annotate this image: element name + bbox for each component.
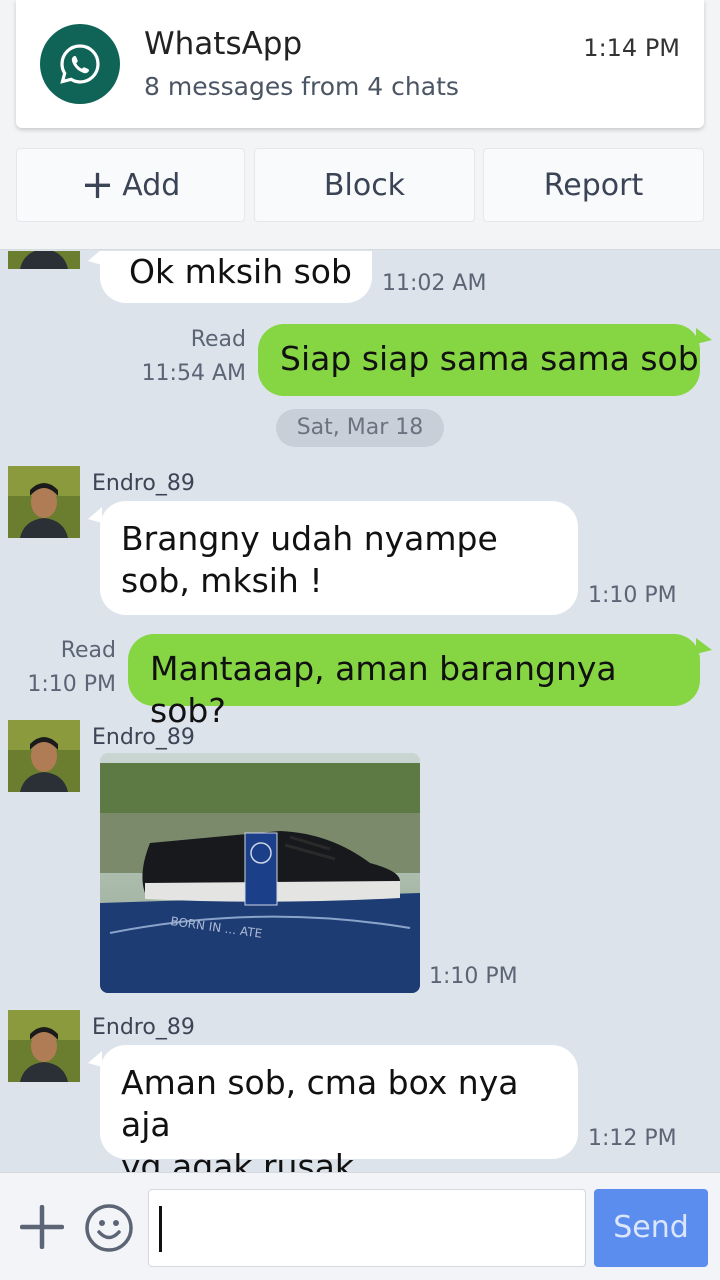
image-message[interactable]: BORN IN ... ATE [100, 753, 420, 993]
chat-area[interactable]: Ok mksih sob 11:02 AM Read 11:54 AM Siap… [0, 251, 720, 1172]
message-text-line: sob, mksih ! [121, 561, 323, 600]
message-time: 1:10 PM [588, 583, 677, 608]
report-button[interactable]: Report [483, 148, 704, 222]
notification-summary: 8 messages from 4 chats [144, 72, 459, 101]
message-bubble[interactable]: Aman sob, cma box nya aja yg agak rusak. [88, 1045, 578, 1172]
message-text-line: Aman sob, cma box nya aja [121, 1063, 519, 1144]
notification-title: WhatsApp [144, 26, 303, 62]
read-receipt: Read [190, 327, 246, 352]
notification-panel: WhatsApp 8 messages from 4 chats 1:14 PM… [0, 0, 720, 250]
add-button[interactable]: + Add [16, 148, 245, 222]
message-text: Ok mksih sob [129, 252, 352, 291]
message-time: 11:54 AM [141, 361, 246, 386]
block-button-label: Block [323, 167, 406, 203]
avatar[interactable] [8, 1010, 80, 1082]
message-text: Siap siap sama sama sob [280, 339, 699, 378]
send-button[interactable]: Send [594, 1189, 708, 1267]
report-button-label: Report [543, 167, 644, 203]
attach-plus-icon[interactable] [19, 1204, 65, 1250]
message-bubble[interactable]: Mantaaap, aman barangnya sob? [128, 634, 712, 730]
date-separator: Sat, Mar 18 [276, 409, 444, 447]
message-time: 1:12 PM [588, 1126, 677, 1151]
read-receipt: Read [60, 638, 116, 663]
message-text: Mantaaap, aman barangnya sob? [150, 649, 617, 730]
block-button[interactable]: Block [254, 148, 475, 222]
sender-name: Endro_89 [92, 725, 195, 750]
message-input-bar: Send [0, 1172, 720, 1280]
message-time: 1:10 PM [429, 964, 518, 989]
plus-icon: + [80, 162, 115, 208]
message-bubble[interactable]: Ok mksih sob [88, 251, 372, 303]
notification-time: 1:14 PM [583, 34, 680, 62]
message-bubble[interactable]: Brangny udah nyampe sob, mksih ! [88, 501, 578, 615]
message-input[interactable] [148, 1189, 586, 1267]
message-time: 11:02 AM [382, 271, 487, 296]
sender-name: Endro_89 [92, 1015, 195, 1040]
avatar[interactable] [8, 466, 80, 538]
avatar[interactable] [8, 251, 80, 269]
whatsapp-icon [40, 24, 120, 104]
emoji-icon[interactable] [84, 1203, 134, 1253]
avatar[interactable] [8, 720, 80, 792]
sender-name: Endro_89 [92, 471, 195, 496]
message-time: 1:10 PM [27, 672, 116, 697]
message-text-line: yg agak rusak. [121, 1147, 365, 1172]
text-caret [159, 1206, 162, 1252]
notification-card[interactable]: WhatsApp 8 messages from 4 chats 1:14 PM [16, 0, 704, 128]
message-bubble[interactable]: Siap siap sama sama sob [258, 324, 712, 396]
add-button-label: Add [122, 167, 181, 203]
message-text-line: Brangny udah nyampe [121, 519, 498, 558]
